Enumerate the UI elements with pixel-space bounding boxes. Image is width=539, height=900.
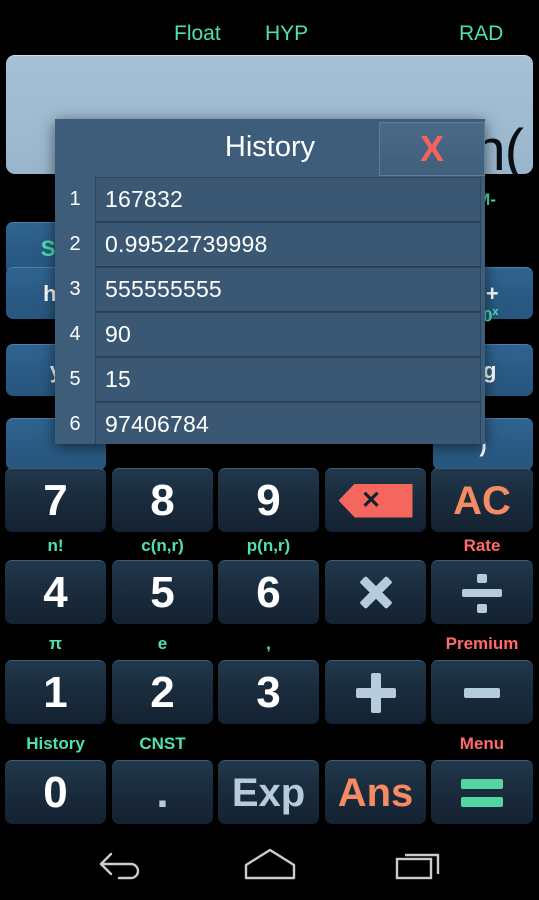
key-7-label: 7: [43, 475, 68, 525]
key-6[interactable]: 6: [218, 560, 319, 624]
key-0[interactable]: 0: [5, 760, 106, 824]
list-item[interactable]: 3 555555555: [55, 267, 485, 312]
key-2[interactable]: 2: [112, 660, 213, 724]
key-4-label: 4: [43, 567, 68, 617]
key-backspace[interactable]: ✕: [325, 468, 426, 532]
key-exp[interactable]: Exp: [218, 760, 319, 824]
numpad-row-0: 0 . Exp Ans: [0, 760, 539, 828]
indicator-hyp: HYP: [265, 22, 309, 45]
key-equals[interactable]: [431, 760, 533, 824]
key-ans-label: Ans: [337, 770, 414, 815]
indicator-float: Float: [174, 22, 221, 45]
sub-label-e: e: [157, 634, 168, 653]
history-dialog-title-bar: History X: [55, 119, 485, 177]
list-item[interactable]: 2 0.99522739998: [55, 222, 485, 267]
key-exp-label: Exp: [231, 770, 306, 815]
history-row-index: 5: [69, 368, 81, 390]
list-item[interactable]: 6 97406784: [55, 402, 485, 444]
sub-label-history: History: [26, 734, 85, 753]
backspace-icon: ✕: [338, 483, 413, 518]
history-row-value[interactable]: 90: [95, 312, 481, 357]
sub-label-rate: Rate: [463, 536, 501, 555]
history-row-value[interactable]: 15: [95, 357, 481, 402]
key-plus[interactable]: [325, 660, 426, 724]
sub-label-factorial: n!: [47, 536, 64, 555]
key-1[interactable]: 1: [5, 660, 106, 724]
key-3-label: 3: [256, 667, 281, 717]
sub-label-permutation: p(n,r): [246, 536, 291, 555]
list-item[interactable]: 5 15: [55, 357, 485, 402]
key-all-clear-label: AC: [453, 478, 511, 523]
sub-label-comma: ,: [266, 634, 271, 653]
numpad-row-789: 7 8 9 ✕ AC: [0, 464, 539, 532]
key-all-clear[interactable]: AC: [431, 468, 533, 532]
key-2-label: 2: [150, 667, 175, 717]
history-row-index: 3: [69, 278, 81, 300]
sub-label-x-exponent: x: [492, 306, 499, 318]
history-row-value[interactable]: 97406784: [95, 402, 481, 444]
back-icon[interactable]: [78, 842, 168, 886]
android-navigation-bar: [0, 828, 539, 900]
key-7[interactable]: 7: [5, 468, 106, 532]
history-row-index: 2: [69, 233, 81, 255]
key-divide[interactable]: [431, 560, 533, 624]
sub-label-row-3: History CNST Menu: [0, 728, 539, 760]
key-9[interactable]: 9: [218, 468, 319, 532]
multiply-icon: [357, 574, 395, 612]
history-row-index: 6: [69, 413, 81, 435]
list-item[interactable]: 1 167832: [55, 177, 485, 222]
key-0-label: 0: [43, 767, 68, 817]
sub-label-row-1: n! c(n,r) p(n,r) Rate: [0, 532, 539, 560]
key-8-label: 8: [150, 475, 175, 525]
history-row-index: 1: [69, 188, 81, 210]
sub-label-premium: Premium: [445, 634, 519, 653]
numpad-row-456: 4 5 6: [0, 560, 539, 628]
key-1-label: 1: [43, 667, 68, 717]
history-row-value[interactable]: 0.99522739998: [95, 222, 481, 267]
sub-label-pi: π: [48, 634, 62, 653]
sub-label-menu: Menu: [459, 734, 505, 753]
history-row-value[interactable]: 555555555: [95, 267, 481, 312]
key-multiply[interactable]: [325, 560, 426, 624]
sub-label-row-2: π e , Premium: [0, 628, 539, 660]
sub-label-combination: c(n,r): [141, 536, 184, 555]
indicator-angle-mode: RAD: [459, 22, 504, 45]
home-icon[interactable]: [225, 842, 315, 886]
key-decimal-point[interactable]: .: [112, 760, 213, 824]
minus-icon: [464, 687, 500, 698]
equals-icon: [461, 778, 503, 807]
numpad-row-123: 1 2 3: [0, 660, 539, 728]
history-row-value[interactable]: 167832: [95, 177, 481, 222]
history-dialog: History X 1 167832 2 0.99522739998 3 555…: [55, 119, 485, 444]
key-9-label: 9: [256, 475, 281, 525]
key-6-label: 6: [256, 567, 281, 617]
history-list[interactable]: 1 167832 2 0.99522739998 3 555555555 4 9…: [55, 177, 485, 444]
key-8[interactable]: 8: [112, 468, 213, 532]
calculator-app: Float HYP RAD ln(tan( SH M- hy M+ 10x: [0, 0, 539, 900]
sub-label-cnst: CNST: [139, 734, 186, 753]
key-3[interactable]: 3: [218, 660, 319, 724]
history-row-index: 4: [69, 323, 81, 345]
key-decimal-point-label: .: [156, 767, 169, 817]
close-icon[interactable]: X: [379, 122, 485, 176]
key-4[interactable]: 4: [5, 560, 106, 624]
list-item[interactable]: 4 90: [55, 312, 485, 357]
key-5[interactable]: 5: [112, 560, 213, 624]
recents-icon[interactable]: [375, 842, 465, 886]
plus-icon: [355, 672, 396, 713]
divide-icon: [462, 573, 502, 613]
indicator-row: Float HYP RAD: [0, 0, 539, 55]
key-minus[interactable]: [431, 660, 533, 724]
key-5-label: 5: [150, 567, 175, 617]
key-ans[interactable]: Ans: [325, 760, 426, 824]
